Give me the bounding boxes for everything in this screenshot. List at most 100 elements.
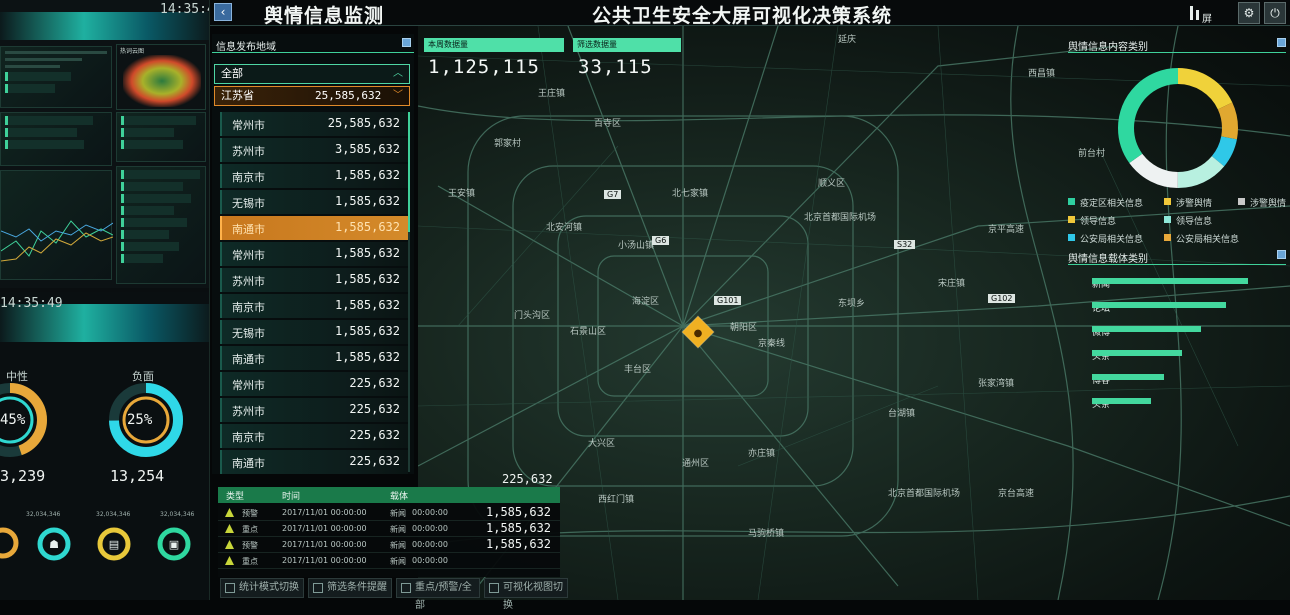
power-icon[interactable]: ⏻ [1264,2,1286,24]
legend-swatch [1238,198,1245,205]
alert-time: 2017/11/01 00:00:00 [282,556,367,565]
alert-row[interactable]: 重点 2017/11/01 00:00:00 新闻 00:00:00 [218,553,560,569]
week-data-label: 本周数据量 [424,38,564,52]
button-label: 筛选条件提醒 [327,582,387,593]
media-bar[interactable] [1092,326,1202,332]
mini-line-chart-svg [0,220,114,262]
alert-type: 重点 [242,525,258,534]
alert-row[interactable]: 重点 2017/11/01 00:00:00 新闻 00:00:00 1,585,632 [218,521,560,537]
expand-corner-icon[interactable] [402,38,411,47]
dashboard-thumbnail-top[interactable]: 14:35:49 热词云图 [0,0,209,288]
media-bar[interactable] [1092,350,1183,356]
city-row[interactable]: 常州市 25,585,632 [220,112,408,136]
expand-corner-icon[interactable] [1277,250,1286,259]
clock-mid: 14:35:49 [0,296,63,311]
map-place: 丰台区 [624,365,652,375]
city-value: 225,632 [349,454,400,468]
screen-bar-icon [1190,6,1193,20]
road-badge: S32 [894,240,916,249]
city-row[interactable]: 南通市 1,585,632 [220,346,408,370]
city-name: 苏州市 [232,405,265,418]
alert-carrier: 新闻 [390,525,406,534]
region-panel: 信息发布地域 全部 ︿ 江苏省 25,585,632 ﹀ 常州市 25,585,6… [212,34,414,474]
mini-ring-3: ▤ [97,527,131,561]
region-panel-title: 信息发布地域 [216,42,276,53]
media-bar[interactable] [1092,374,1164,380]
legend-swatch [1068,198,1075,205]
screen-label: 屏 [1202,14,1212,25]
map-place: 西红门镇 [598,495,635,505]
alert-row[interactable]: 预警 2017/11/01 00:00:00 新闻 00:00:00 1,585,632 [218,505,560,521]
wordcloud-title: 热词云图 [120,48,145,55]
city-value: 1,585,632 [334,168,400,182]
alert-carrier: 新闻 [390,557,406,566]
city-name: 苏州市 [232,275,265,288]
alert-row[interactable]: 预警 2017/11/01 00:00:00 新闻 00:00:00 1,585,632 [218,537,560,553]
svg-text:●: ● [694,328,703,339]
legend-item[interactable]: 涉警舆情 [1238,196,1286,209]
city-value: 225,632 [349,428,400,442]
province-select[interactable]: 江苏省 25,585,632 ﹀ [214,86,410,106]
stats-mode-button[interactable]: 统计模式切换 [220,578,304,598]
region-filter-select[interactable]: 全部 ︿ [214,64,410,84]
map-place: 西昌镇 [1028,69,1056,79]
warning-triangle-icon [225,508,234,517]
city-row[interactable]: 常州市 225,632 [220,372,408,396]
title-underline [1068,52,1286,53]
media-types-title: 舆情信息载体类别 [1068,254,1148,265]
fullscreen-toggle[interactable]: 屏 [1190,4,1212,25]
map-place: 门头沟区 [514,311,551,321]
svg-text:☗: ☗ [49,538,59,551]
module-title: 舆情信息监测 [264,5,385,27]
legend-swatch [1164,234,1171,241]
city-row[interactable]: 南通市 1,585,632 [220,216,408,240]
mini-ring-4: ▣ [157,527,191,561]
city-row[interactable]: 常州市 1,585,632 [220,242,408,266]
view-switch-button[interactable]: 可视化视图切换 [484,578,568,611]
city-row[interactable]: 无锡市 1,585,632 [220,320,408,344]
city-row[interactable]: 无锡市 1,585,632 [220,190,408,214]
city-row[interactable]: 南京市 1,585,632 [220,164,408,188]
expand-corner-icon[interactable] [1277,38,1286,47]
dashboard-thumbnail-bottom[interactable]: 14:35:49 中性 负面 45% 25% 3,239 13,254 32,0… [0,292,209,600]
city-row[interactable]: 苏州市 1,585,632 [220,268,408,292]
alert-type: 预警 [242,509,258,518]
city-row[interactable]: 南京市 225,632 [220,424,408,448]
priority-toggle-button[interactable]: 重点/预警/全部 [396,578,480,611]
legend-item[interactable]: 领导信息 [1068,214,1116,227]
scrollbar-thumb[interactable] [408,112,410,232]
road-badge: G6 [652,236,670,245]
map-place: 小汤山镇 [618,241,655,251]
city-row[interactable]: 南通市 225,632 [220,450,408,474]
media-bar[interactable] [1092,302,1227,308]
mini-value-3: 32,034,346 [160,511,195,518]
city-value: 1,585,632 [334,220,400,234]
back-arrow-icon[interactable]: ‹ [214,3,232,21]
legend-item[interactable]: 疫定区相关信息 [1068,196,1143,209]
city-name: 南京市 [232,171,265,184]
view-icon [489,583,499,593]
city-row[interactable]: 苏州市 225,632 [220,398,408,422]
media-bar[interactable] [1092,398,1152,404]
alert-type: 重点 [242,557,258,566]
legend-item[interactable]: 领导信息 [1164,214,1212,227]
city-list-scrollbar[interactable] [408,112,410,472]
legend-label: 公安局相关信息 [1176,235,1240,245]
mini-value-2: 32,034,346 [96,511,131,518]
legend-item[interactable]: 公安局相关信息 [1164,232,1239,245]
mini-value-1: 32,034,346 [26,511,61,518]
mini-ring-1 [0,527,19,559]
city-row[interactable]: 苏州市 3,585,632 [220,138,408,162]
legend-item[interactable]: 公安局相关信息 [1068,232,1143,245]
alert-carrier-time: 00:00:00 [412,524,448,533]
map-place: 东坝乡 [838,299,866,309]
legend-label: 公安局相关信息 [1080,235,1144,245]
settings-gear-icon[interactable]: ⚙ [1238,2,1260,24]
filter-reminder-button[interactable]: 筛选条件提醒 [308,578,392,598]
legend-item[interactable]: 涉警舆情 [1164,196,1212,209]
alert-table: 类型 时间 载体 预警 2017/11/01 00:00:00 新闻 00:00:00… [218,487,560,577]
alert-value: 1,585,632 [486,521,552,535]
city-row[interactable]: 南京市 1,585,632 [220,294,408,318]
road-badge: G7 [604,190,622,199]
media-bar[interactable] [1092,278,1248,284]
